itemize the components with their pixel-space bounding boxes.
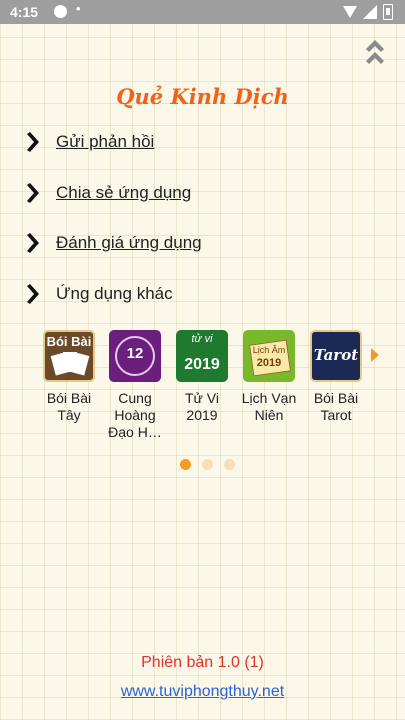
battery-icon — [383, 4, 393, 20]
chevron-right-icon — [27, 233, 39, 253]
menu-label-share: Chia sẻ ứng dụng — [56, 183, 192, 202]
app-name-line: 2019 — [186, 407, 218, 423]
page-dot[interactable] — [224, 459, 235, 470]
app-item-boi-bai-tarot[interactable]: Tarot Bói Bài Tarot — [305, 330, 367, 424]
status-indicators — [343, 4, 393, 20]
wifi-icon — [343, 6, 357, 18]
playing-cards-icon: Bói Bài — [43, 330, 95, 382]
signal-icon — [363, 5, 377, 19]
page-dot-active[interactable] — [180, 459, 191, 470]
collapse-up-icon[interactable] — [363, 37, 387, 65]
notification-circle-icon — [54, 5, 67, 18]
tu-vi-icon: tử vi 2019 — [176, 330, 228, 382]
page-title: Quẻ Kinh Dịch — [116, 84, 289, 109]
carousel-page-indicator — [180, 459, 235, 470]
app-name-line: Đạo H… — [108, 424, 162, 440]
tarot-card-icon: Tarot — [310, 330, 362, 382]
app-carousel[interactable]: Bói Bài Bói Bài Tây 12 Cung Hoàng Đạo H…… — [38, 330, 393, 450]
app-name-line: Tử Vi — [184, 390, 219, 406]
app-name-line: Tây — [57, 407, 81, 423]
app-name-line: Lịch Vạn — [241, 390, 297, 406]
app-name-line: Niên — [254, 407, 284, 423]
chevron-right-icon — [27, 132, 39, 152]
website-link[interactable]: www.tuviphongthuy.net — [0, 683, 405, 701]
chevron-right-icon — [27, 183, 39, 203]
app-name-line: Bói Bài — [313, 390, 359, 406]
chevron-right-icon — [27, 284, 39, 304]
app-item-boi-bai-tay[interactable]: Bói Bài Bói Bài Tây — [38, 330, 100, 424]
menu-label-other-apps: Ứng dụng khác — [56, 284, 173, 303]
zodiac-wheel-icon: 12 — [109, 330, 161, 382]
app-item-lich-van-nien[interactable]: Lịch Âm 2019 Lịch Vạn Niên — [238, 330, 300, 424]
carousel-next-icon[interactable] — [371, 348, 379, 362]
app-name-line: Cung — [118, 390, 152, 406]
version-label: Phiên bản 1.0 (1) — [141, 654, 264, 671]
app-name-line: Hoàng — [114, 407, 156, 423]
status-bar: 4:15 • — [0, 0, 405, 24]
app-name-line: Bói Bài — [46, 390, 92, 406]
app-item-cung-hoang-dao[interactable]: 12 Cung Hoàng Đạo H… — [104, 330, 166, 441]
menu-item-rate[interactable]: Đánh giá ứng dụng — [26, 229, 202, 257]
menu-item-share[interactable]: Chia sẻ ứng dụng — [26, 179, 191, 207]
page-dot[interactable] — [202, 459, 213, 470]
menu-item-other-apps[interactable]: Ứng dụng khác — [26, 280, 173, 308]
notification-dots-icon: • — [76, 1, 81, 16]
menu-label-feedback: Gửi phản hồi — [56, 132, 155, 151]
calendar-icon: Lịch Âm 2019 — [243, 330, 295, 382]
status-time: 4:15 — [10, 4, 39, 20]
menu-label-rate: Đánh giá ứng dụng — [56, 233, 202, 252]
app-item-tu-vi-2019[interactable]: tử vi 2019 Tử Vi 2019 — [171, 330, 233, 424]
app-name-line: Tarot — [320, 407, 352, 423]
menu-item-feedback[interactable]: Gửi phản hồi — [26, 128, 154, 156]
